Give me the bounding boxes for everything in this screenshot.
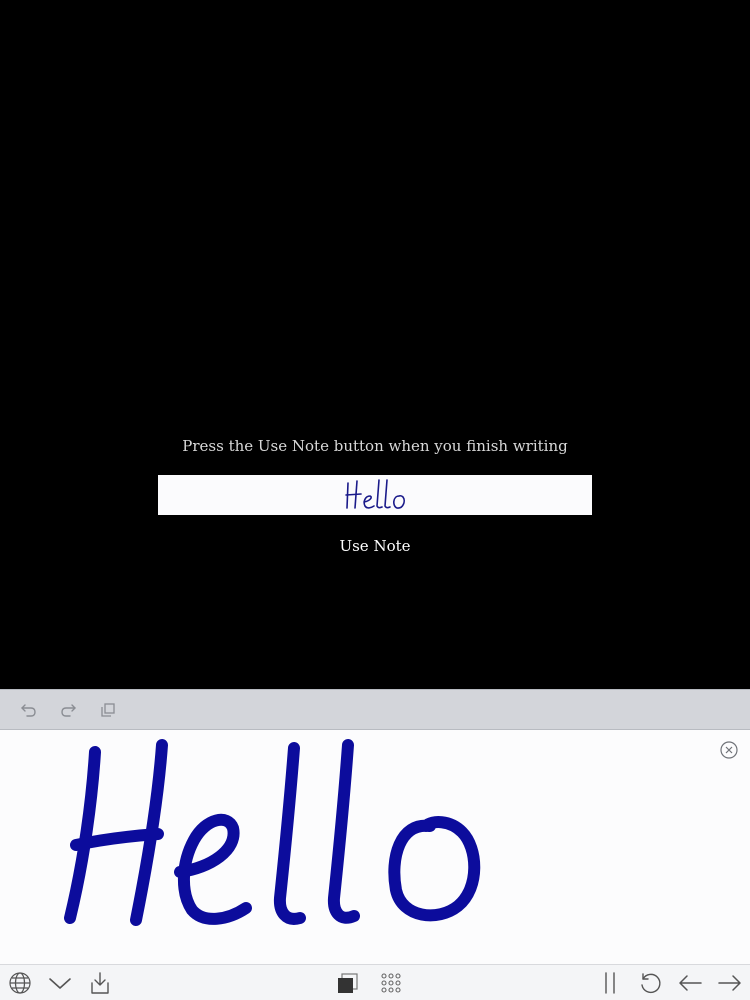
grid-icon[interactable] bbox=[377, 969, 405, 997]
undo-icon[interactable] bbox=[18, 699, 40, 721]
note-prompt-area: Press the Use Note button when you finis… bbox=[0, 0, 750, 689]
download-tray-icon[interactable] bbox=[86, 969, 114, 997]
handwriting-canvas[interactable] bbox=[0, 730, 750, 964]
bottom-keyboard-toolbar bbox=[0, 964, 750, 1000]
rotate-icon[interactable] bbox=[636, 969, 664, 997]
space-icon[interactable] bbox=[596, 969, 624, 997]
use-note-button[interactable]: Use Note bbox=[0, 537, 750, 555]
globe-icon[interactable] bbox=[6, 969, 34, 997]
arrow-left-icon[interactable] bbox=[676, 969, 704, 997]
note-preview-handwriting bbox=[345, 479, 405, 509]
color-square-icon[interactable] bbox=[333, 969, 361, 997]
chevron-down-icon[interactable] bbox=[46, 969, 74, 997]
clear-circle-x-icon[interactable] bbox=[719, 740, 739, 760]
redo-icon[interactable] bbox=[57, 699, 79, 721]
instruction-text: Press the Use Note button when you finis… bbox=[182, 437, 568, 455]
handwriting-ink bbox=[64, 739, 481, 926]
handwriting-toolbar bbox=[0, 689, 750, 730]
copy-icon[interactable] bbox=[97, 699, 119, 721]
arrow-right-icon[interactable] bbox=[716, 969, 744, 997]
note-preview-field[interactable] bbox=[158, 475, 592, 515]
